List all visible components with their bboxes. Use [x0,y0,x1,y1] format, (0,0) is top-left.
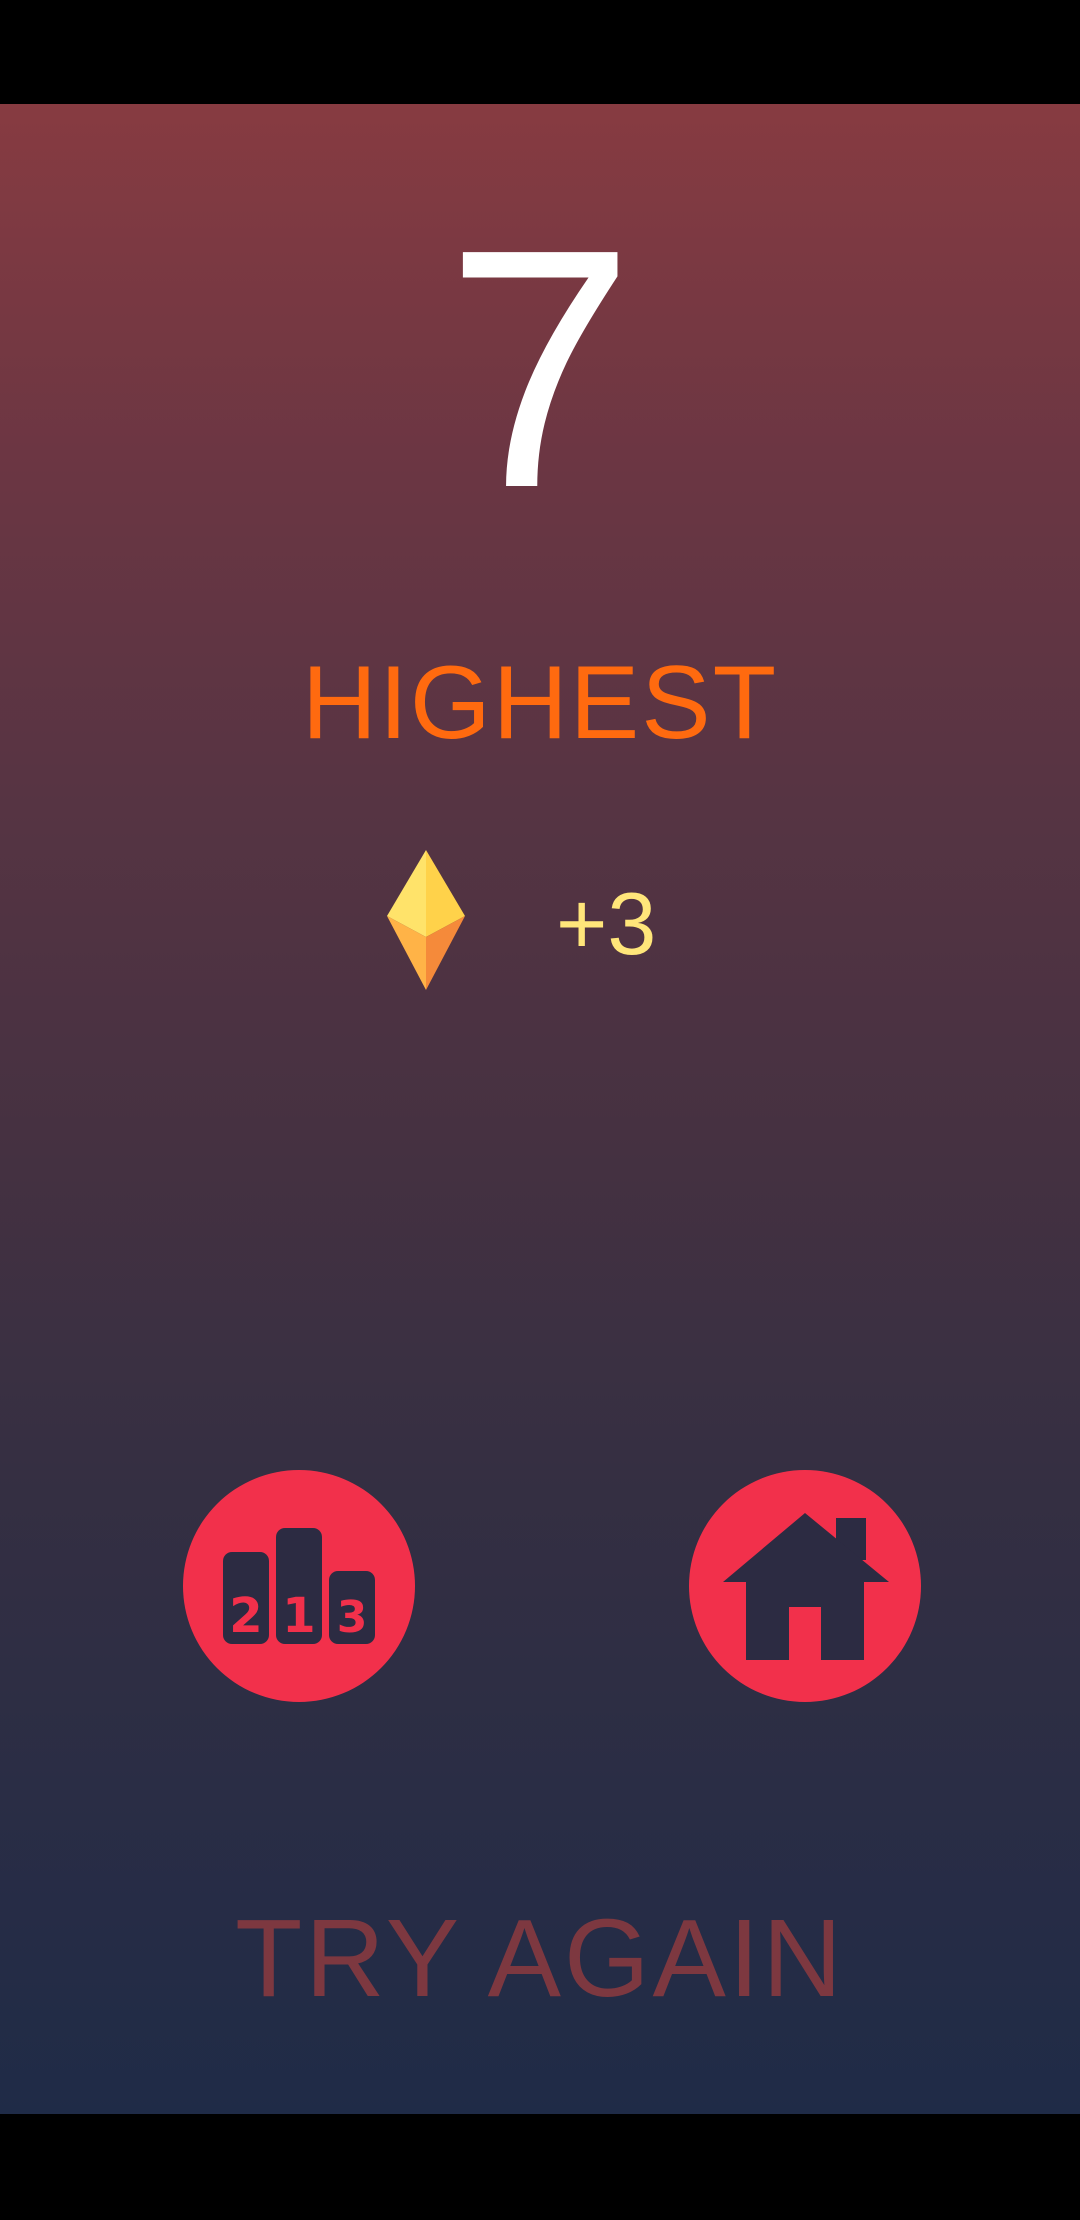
highest-score-label: HIGHEST [301,645,779,761]
bottom-system-bar [0,2114,1080,2220]
gem-icon [387,850,465,990]
leaderboard-button[interactable]: 2 1 3 [183,1470,415,1702]
rank-1-label: 1 [282,1588,315,1644]
top-system-bar [0,0,1080,104]
score-value: 7 [445,179,635,559]
leaderboard-podium-icon: 2 1 3 [223,1528,375,1644]
try-again-button[interactable]: TRY AGAIN [0,1904,1080,2014]
rank-2-label: 2 [229,1588,262,1644]
gem-reward-value: +3 [556,874,657,973]
game-over-screen: 7 HIGHEST +3 2 1 3 TRY AGAIN [0,104,1080,2114]
rank-3-label: 3 [337,1592,368,1643]
home-button[interactable] [689,1470,921,1702]
home-icon [723,1513,889,1662]
